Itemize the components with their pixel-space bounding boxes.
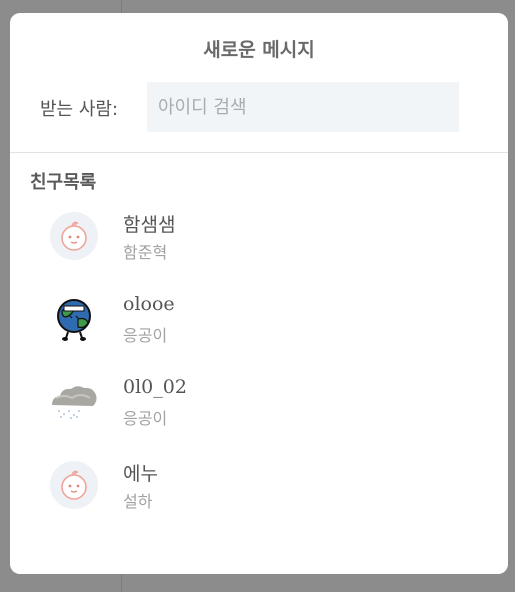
friend-subtext: 설하 xyxy=(123,492,153,511)
recipient-label: 받는 사람: xyxy=(40,99,119,120)
friend-name: 함샘샘 xyxy=(123,214,176,236)
friends-section-title: 친구목록 xyxy=(30,172,97,193)
default-baby-avatar-icon xyxy=(50,461,98,509)
id-search-input[interactable] xyxy=(147,82,459,132)
friend-subtext: 응공이 xyxy=(123,409,168,428)
header-divider xyxy=(10,152,508,153)
earth-character-avatar-icon xyxy=(50,295,98,343)
friend-subtext: 응공이 xyxy=(123,326,168,345)
default-baby-avatar-icon xyxy=(50,212,98,260)
friend-name: olooe xyxy=(123,293,175,315)
new-message-modal: 새로운 메시지 받는 사람: 친구목록 함샘샘 함준혁 xyxy=(10,13,508,574)
friend-item[interactable]: 함샘샘 함준혁 xyxy=(10,201,508,284)
friend-list: 함샘샘 함준혁 olooe 응공이 0l0_02 응공이 에누 설하 xyxy=(10,201,508,533)
friend-item[interactable]: olooe 응공이 xyxy=(10,284,508,367)
modal-title: 새로운 메시지 xyxy=(203,39,315,61)
rain-cloud-avatar-icon xyxy=(50,378,98,426)
friend-name: 0l0_02 xyxy=(123,376,187,398)
friend-item[interactable]: 0l0_02 응공이 xyxy=(10,367,508,450)
friend-subtext: 함준혁 xyxy=(123,243,168,262)
friend-item[interactable]: 에누 설하 xyxy=(10,450,508,533)
friend-name: 에누 xyxy=(123,463,158,485)
